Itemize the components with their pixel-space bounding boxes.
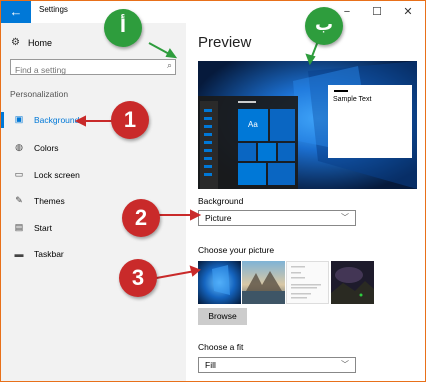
gear-icon: ⚙: [11, 37, 20, 48]
sidebar-item-lock-screen[interactable]: ▭ Lock screen: [13, 169, 80, 180]
annotation-badge-1: 1: [111, 101, 149, 139]
lock-screen-icon: ▭: [14, 169, 24, 179]
night-sky-thumbnail: [331, 261, 374, 304]
sidebar-item-background[interactable]: ▣ Background: [13, 114, 80, 125]
settings-window: ← Settings − ☐ ✕ ⚙ Home ⌕ Personalizatio…: [0, 0, 426, 382]
picture-icon: ▣: [14, 114, 24, 124]
maximize-button[interactable]: ☐: [363, 3, 391, 21]
annotation-badge-2: 2: [122, 199, 160, 237]
start-icon: ▤: [14, 222, 24, 232]
back-arrow-icon: ←: [9, 4, 23, 19]
home-label: Home: [27, 37, 52, 48]
desktop-preview: Aa Sample Text: [198, 61, 417, 189]
beach-thumbnail: [242, 261, 285, 304]
main-panel: Preview Aa Sample Text Background Pictur…: [186, 23, 425, 381]
choose-fit-label: Choose a fit: [198, 342, 244, 352]
sidebar-item-label: Colors: [34, 142, 59, 153]
back-button[interactable]: ←: [1, 1, 31, 23]
page-title: Preview: [198, 34, 252, 51]
sidebar-item-label: Themes: [34, 195, 65, 206]
sidebar-item-start[interactable]: ▤ Start: [13, 222, 52, 233]
chevron-down-icon: ﹀: [341, 360, 349, 369]
document-thumbnail: [291, 266, 321, 299]
chevron-down-icon: ﹀: [341, 213, 349, 222]
sidebar-item-label: Taskbar: [34, 249, 64, 259]
annotation-badge-alef: أ: [104, 9, 142, 47]
picture-thumbnail[interactable]: [242, 261, 285, 304]
taskbar-icon: ▬: [14, 249, 24, 259]
home-link[interactable]: ⚙ Home: [11, 37, 52, 48]
sidebar: ⚙ Home ⌕ Personalization ▣ Background ◍ …: [1, 23, 186, 381]
background-dropdown[interactable]: Picture ﹀: [198, 210, 356, 226]
windows-hero-thumbnail: [198, 261, 241, 304]
fit-dropdown[interactable]: Fill ﹀: [198, 357, 356, 373]
sidebar-item-label: Background: [34, 114, 80, 125]
background-value: Picture: [205, 213, 232, 223]
palette-icon: ◍: [15, 142, 23, 152]
title-bar: ← Settings − ☐ ✕: [1, 1, 425, 23]
sidebar-item-colors[interactable]: ◍ Colors: [13, 142, 59, 153]
search-box[interactable]: ⌕: [10, 59, 176, 77]
sidebar-item-label: Lock screen: [34, 169, 80, 180]
window-title: Settings: [39, 5, 68, 14]
brush-icon: ✎: [15, 195, 23, 205]
annotation-badge-3: 3: [119, 259, 157, 297]
preview-sample-text: Sample Text: [333, 96, 372, 103]
browse-button[interactable]: Browse: [198, 308, 247, 325]
sidebar-item-taskbar[interactable]: ▬ Taskbar: [13, 249, 64, 259]
choose-picture-label: Choose your picture: [198, 245, 275, 255]
background-label: Background: [198, 196, 244, 206]
close-button[interactable]: ✕: [394, 3, 422, 21]
preview-wallpaper: [198, 61, 417, 189]
annotation-badge-ba: ب: [305, 7, 343, 45]
picture-thumbnail[interactable]: [331, 261, 374, 304]
sidebar-item-themes[interactable]: ✎ Themes: [13, 195, 65, 206]
picture-thumbnail[interactable]: [198, 261, 241, 304]
fit-value: Fill: [205, 360, 216, 370]
search-input[interactable]: [11, 63, 155, 77]
sidebar-item-label: Start: [34, 222, 52, 233]
picture-thumbnail[interactable]: [286, 261, 329, 304]
preview-tile-text: Aa: [248, 120, 258, 129]
search-icon[interactable]: ⌕: [167, 60, 172, 71]
active-indicator: [1, 112, 4, 128]
section-heading: Personalization: [10, 89, 69, 99]
